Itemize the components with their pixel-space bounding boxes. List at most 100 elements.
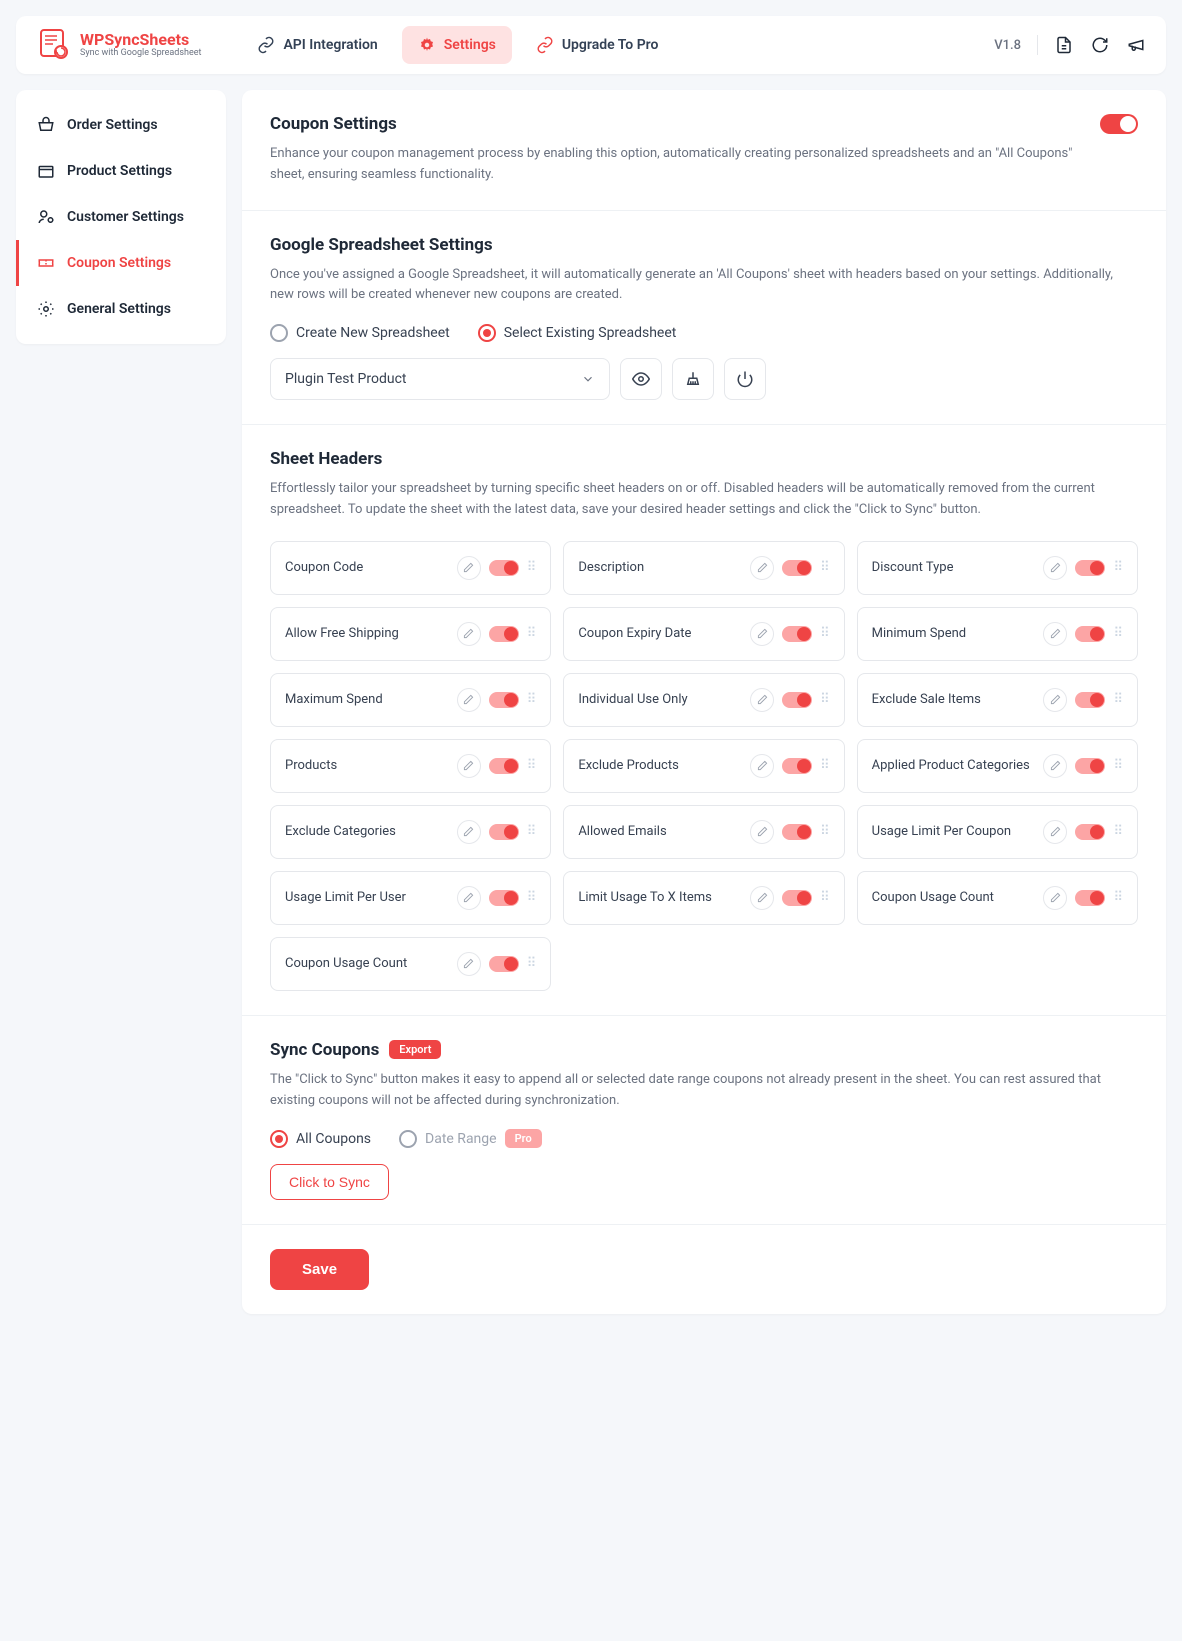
edit-button[interactable] <box>750 754 774 778</box>
power-button[interactable] <box>724 358 766 400</box>
edit-button[interactable] <box>457 556 481 580</box>
edit-button[interactable] <box>750 622 774 646</box>
radio-date-range[interactable]: Date Range Pro <box>399 1129 542 1148</box>
refresh-icon[interactable] <box>1090 35 1110 55</box>
drag-handle-icon[interactable]: ⠿ <box>527 956 537 971</box>
header-card: Coupon Usage Count ⠿ <box>857 871 1138 925</box>
click-to-sync-button[interactable]: Click to Sync <box>270 1164 389 1200</box>
edit-button[interactable] <box>457 952 481 976</box>
header-label: Usage Limit Per Coupon <box>872 824 1036 839</box>
drag-handle-icon[interactable]: ⠿ <box>820 890 830 905</box>
nav-label: Upgrade To Pro <box>562 37 659 53</box>
nav-settings[interactable]: Settings <box>402 26 512 64</box>
header-toggle[interactable] <box>1075 560 1105 576</box>
drag-handle-icon[interactable]: ⠿ <box>1113 890 1123 905</box>
edit-button[interactable] <box>1043 820 1067 844</box>
sidebar-label: Customer Settings <box>67 209 184 225</box>
sidebar-item-general[interactable]: General Settings <box>16 286 226 332</box>
edit-button[interactable] <box>1043 688 1067 712</box>
header-toggle[interactable] <box>1075 758 1105 774</box>
header-card: Applied Product Categories ⠿ <box>857 739 1138 793</box>
edit-button[interactable] <box>1043 622 1067 646</box>
edit-button[interactable] <box>750 820 774 844</box>
spreadsheet-dropdown[interactable]: Plugin Test Product <box>270 358 610 400</box>
header-toggle[interactable] <box>489 692 519 708</box>
power-icon <box>736 370 754 388</box>
radio-select-existing[interactable]: Select Existing Spreadsheet <box>478 324 677 342</box>
radio-all-coupons[interactable]: All Coupons <box>270 1130 371 1148</box>
document-icon[interactable] <box>1054 35 1074 55</box>
sidebar-item-order[interactable]: Order Settings <box>16 102 226 148</box>
nav-upgrade-pro[interactable]: Upgrade To Pro <box>520 26 675 64</box>
header-label: Individual Use Only <box>578 692 742 707</box>
drag-handle-icon[interactable]: ⠿ <box>820 692 830 707</box>
edit-button[interactable] <box>457 886 481 910</box>
section-save: Save <box>242 1225 1166 1314</box>
megaphone-icon[interactable] <box>1126 35 1146 55</box>
drag-handle-icon[interactable]: ⠿ <box>1113 758 1123 773</box>
header-card: Allow Free Shipping ⠿ <box>270 607 551 661</box>
edit-button[interactable] <box>1043 556 1067 580</box>
sidebar-item-product[interactable]: Product Settings <box>16 148 226 194</box>
header-toggle[interactable] <box>489 956 519 972</box>
header-toggle[interactable] <box>489 824 519 840</box>
header-label: Description <box>578 560 742 575</box>
sidebar-item-customer[interactable]: Customer Settings <box>16 194 226 240</box>
drag-handle-icon[interactable]: ⠿ <box>820 758 830 773</box>
view-button[interactable] <box>620 358 662 400</box>
edit-button[interactable] <box>457 622 481 646</box>
coupon-settings-toggle[interactable] <box>1100 114 1138 134</box>
edit-button[interactable] <box>1043 754 1067 778</box>
nav-api-integration[interactable]: API Integration <box>241 26 393 64</box>
radio-create-new[interactable]: Create New Spreadsheet <box>270 324 450 342</box>
edit-button[interactable] <box>750 886 774 910</box>
header-card: Limit Usage To X Items ⠿ <box>563 871 844 925</box>
header-toggle[interactable] <box>489 560 519 576</box>
drag-handle-icon[interactable]: ⠿ <box>1113 824 1123 839</box>
drag-handle-icon[interactable]: ⠿ <box>527 758 537 773</box>
header-toggle[interactable] <box>489 890 519 906</box>
header-card: Description ⠿ <box>563 541 844 595</box>
header-card: Usage Limit Per Coupon ⠿ <box>857 805 1138 859</box>
drag-handle-icon[interactable]: ⠿ <box>527 626 537 641</box>
header-toggle[interactable] <box>782 692 812 708</box>
header-toggle[interactable] <box>782 626 812 642</box>
drag-handle-icon[interactable]: ⠿ <box>820 824 830 839</box>
link-icon <box>257 36 275 54</box>
header-toggle[interactable] <box>782 560 812 576</box>
sidebar-item-coupon[interactable]: Coupon Settings <box>16 240 226 286</box>
drag-handle-icon[interactable]: ⠿ <box>820 560 830 575</box>
header-toggle[interactable] <box>782 758 812 774</box>
edit-button[interactable] <box>750 556 774 580</box>
header-toggle[interactable] <box>489 626 519 642</box>
radio-icon <box>270 324 288 342</box>
header-toggle[interactable] <box>1075 890 1105 906</box>
edit-button[interactable] <box>1043 886 1067 910</box>
edit-button[interactable] <box>457 688 481 712</box>
drag-handle-icon[interactable]: ⠿ <box>527 560 537 575</box>
drag-handle-icon[interactable]: ⠿ <box>527 890 537 905</box>
header-card: Coupon Code ⠿ <box>270 541 551 595</box>
header-toggle[interactable] <box>1075 626 1105 642</box>
header-toggle[interactable] <box>782 824 812 840</box>
edit-button[interactable] <box>457 754 481 778</box>
clear-button[interactable] <box>672 358 714 400</box>
drag-handle-icon[interactable]: ⠿ <box>527 824 537 839</box>
drag-handle-icon[interactable]: ⠿ <box>1113 692 1123 707</box>
header-toggle[interactable] <box>1075 692 1105 708</box>
nav-label: Settings <box>444 37 496 53</box>
header-label: Limit Usage To X Items <box>578 890 742 905</box>
drag-handle-icon[interactable]: ⠿ <box>820 626 830 641</box>
header-toggle[interactable] <box>489 758 519 774</box>
radio-label: All Coupons <box>296 1131 371 1147</box>
drag-handle-icon[interactable]: ⠿ <box>1113 560 1123 575</box>
save-button[interactable]: Save <box>270 1249 369 1290</box>
user-gear-icon <box>37 208 55 226</box>
edit-button[interactable] <box>457 820 481 844</box>
header-toggle[interactable] <box>1075 824 1105 840</box>
header-card: Exclude Sale Items ⠿ <box>857 673 1138 727</box>
header-toggle[interactable] <box>782 890 812 906</box>
drag-handle-icon[interactable]: ⠿ <box>527 692 537 707</box>
edit-button[interactable] <box>750 688 774 712</box>
drag-handle-icon[interactable]: ⠿ <box>1113 626 1123 641</box>
